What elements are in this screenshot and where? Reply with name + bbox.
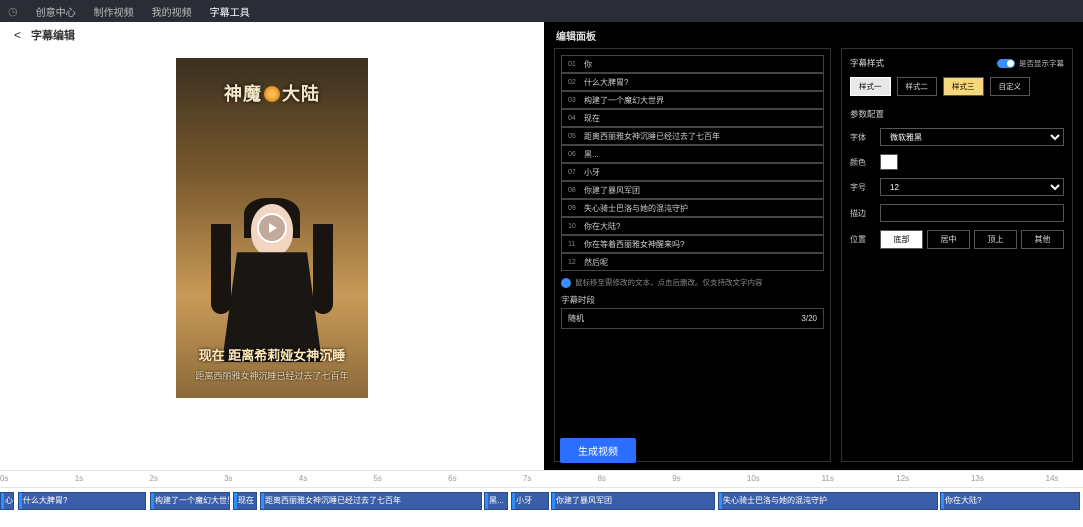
font-select[interactable]: 微软雅黑 bbox=[880, 128, 1064, 146]
subtitle-line[interactable]: 10你在大陆? bbox=[561, 217, 824, 235]
ruler-tick: 5s bbox=[373, 474, 381, 483]
timeline-clip[interactable]: 失心骑士巴洛与她的混沌守护 bbox=[718, 492, 938, 510]
subtitle-line[interactable]: 11你在等着西丽雅女神醒来吗? bbox=[561, 235, 824, 253]
logo-text-right: 大陆 bbox=[282, 84, 320, 104]
nav-item-2[interactable]: 我的视频 bbox=[152, 4, 192, 19]
timeline-clip[interactable]: 你建了暴风军团 bbox=[551, 492, 715, 510]
subtitle-line[interactable]: 04现在 bbox=[561, 109, 824, 127]
right-body: 01你02什么大脾胃?03构建了一个魔幻大世界04现在05距离西丽雅女神沉睡已经… bbox=[544, 48, 1083, 470]
preview-container: 神魔大陆 现在 距离希莉娅女神沉睡 距离西丽雅女神沉睡已经过去了七百年 bbox=[0, 58, 544, 398]
subtitle-toggle[interactable]: 是否显示字幕 bbox=[997, 58, 1064, 69]
play-button[interactable] bbox=[257, 213, 287, 243]
page-title: 字幕编辑 bbox=[31, 27, 75, 43]
subtitle-line[interactable]: 05距离西丽雅女神沉睡已经过去了七百年 bbox=[561, 127, 824, 145]
settings-title: 参数配置 bbox=[850, 108, 1064, 120]
size-select[interactable]: 12 bbox=[880, 178, 1064, 196]
stroke-input[interactable] bbox=[880, 204, 1064, 222]
timeline-clip[interactable]: 小牙 bbox=[511, 492, 549, 510]
style-chip-1[interactable]: 样式二 bbox=[897, 77, 938, 96]
size-field: 字号 12 bbox=[850, 178, 1064, 196]
main-area: < 字幕编辑 神魔大陆 现在 距离希莉娅女神沉睡 距离西丽雅女神沉睡已经过去了七… bbox=[0, 22, 1083, 470]
size-label: 字号 bbox=[850, 182, 874, 193]
toggle-switch-icon bbox=[997, 59, 1015, 68]
stroke-label: 描边 bbox=[850, 208, 874, 219]
ruler-tick: 6s bbox=[448, 474, 456, 483]
timeline: 0s 1s 2s 3s 4s 5s 6s 7s 8s 9s 10s 11s 12s 13s 14s 心什么大… bbox=[0, 470, 1083, 527]
style-chip-3[interactable]: 自定义 bbox=[990, 77, 1031, 96]
pos-btn-2[interactable]: 顶上 bbox=[974, 230, 1017, 249]
style-header: 字幕样式 是否显示字幕 bbox=[850, 57, 1064, 69]
ruler-tick: 13s bbox=[971, 474, 984, 483]
ruler-tick: 7s bbox=[523, 474, 531, 483]
font-label: 字体 bbox=[850, 132, 874, 143]
left-pane: < 字幕编辑 神魔大陆 现在 距离希莉娅女神沉睡 距离西丽雅女神沉睡已经过去了七… bbox=[0, 22, 544, 470]
ruler-tick: 3s bbox=[224, 474, 232, 483]
subtitle-line[interactable]: 07小牙 bbox=[561, 163, 824, 181]
time-track[interactable]: 心什么大脾胃?构建了一个魔幻大世界现在距离西丽雅女神沉睡已经过去了七百年黑...… bbox=[0, 492, 1083, 512]
pos-btn-3[interactable]: 其他 bbox=[1021, 230, 1064, 249]
subtitle-list: 01你02什么大脾胃?03构建了一个魔幻大世界04现在05距离西丽雅女神沉睡已经… bbox=[554, 48, 831, 462]
subtitle-main: 现在 距离希莉娅女神沉睡 bbox=[176, 345, 368, 364]
pos-btn-1[interactable]: 居中 bbox=[927, 230, 970, 249]
timeline-clip[interactable]: 构建了一个魔幻大世界 bbox=[150, 492, 230, 510]
ruler-tick: 8s bbox=[598, 474, 606, 483]
subtitle-line[interactable]: 09失心骑士巴洛与她的混沌守护 bbox=[561, 199, 824, 217]
ruler-tick: 1s bbox=[75, 474, 83, 483]
ruler-tick: 0s bbox=[0, 474, 8, 483]
color-swatch[interactable] bbox=[880, 154, 898, 170]
timeline-clip[interactable]: 黑... bbox=[484, 492, 508, 510]
ruler-tick: 12s bbox=[896, 474, 909, 483]
generate-button[interactable]: 生成视频 bbox=[560, 438, 636, 463]
left-header: < 字幕编辑 bbox=[0, 22, 544, 48]
timeline-clip[interactable]: 什么大脾胃? bbox=[18, 492, 146, 510]
ruler-tick: 14s bbox=[1046, 474, 1059, 483]
duration-box[interactable]: 随机 3/20 bbox=[561, 308, 824, 329]
nav-item-1[interactable]: 制作视频 bbox=[94, 4, 134, 19]
back-button[interactable]: < bbox=[14, 28, 21, 42]
video-logo: 神魔大陆 bbox=[176, 80, 368, 106]
subtitle-line[interactable]: 01你 bbox=[561, 55, 824, 73]
orb-icon bbox=[264, 86, 280, 102]
color-label: 颜色 bbox=[850, 157, 874, 168]
style-title: 字幕样式 bbox=[850, 57, 884, 69]
ruler-tick: 10s bbox=[747, 474, 760, 483]
timeline-clip[interactable]: 心 bbox=[0, 492, 14, 510]
right-pane: 编辑面板 01你02什么大脾胃?03构建了一个魔幻大世界04现在05距离西丽雅女… bbox=[544, 22, 1083, 470]
ruler-tick: 4s bbox=[299, 474, 307, 483]
time-ruler[interactable]: 0s 1s 2s 3s 4s 5s 6s 7s 8s 9s 10s 11s 12s 13s 14s bbox=[0, 470, 1083, 488]
duration-label: 随机 bbox=[568, 313, 584, 324]
style-chip-2[interactable]: 样式三 bbox=[943, 77, 984, 96]
top-nav: ◷ 创意中心 制作视频 我的视频 字幕工具 bbox=[0, 0, 1083, 22]
position-field: 位置 底部 居中 顶上 其他 bbox=[850, 230, 1064, 249]
ruler-tick: 9s bbox=[672, 474, 680, 483]
subtitle-line[interactable]: 06黑... bbox=[561, 145, 824, 163]
subtitle-line[interactable]: 03构建了一个魔幻大世界 bbox=[561, 91, 824, 109]
timeline-clip[interactable]: 你在大陆? bbox=[940, 492, 1080, 510]
position-label: 位置 bbox=[850, 234, 874, 245]
subtitle-line[interactable]: 08你建了暴风军团 bbox=[561, 181, 824, 199]
video-preview[interactable]: 神魔大陆 现在 距离希莉娅女神沉睡 距离西丽雅女神沉睡已经过去了七百年 bbox=[176, 58, 368, 398]
style-chip-0[interactable]: 样式一 bbox=[850, 77, 891, 96]
style-panel: 字幕样式 是否显示字幕 样式一 样式二 样式三 自定义 参数配置 字体 微软雅黑 bbox=[841, 48, 1073, 462]
pos-btn-0[interactable]: 底部 bbox=[880, 230, 923, 249]
nav-item-3[interactable]: 字幕工具 bbox=[210, 4, 250, 19]
logo-text-left: 神魔 bbox=[224, 84, 262, 104]
timeline-clip[interactable]: 距离西丽雅女神沉睡已经过去了七百年 bbox=[260, 492, 482, 510]
nav-item-0[interactable]: 创意中心 bbox=[36, 4, 76, 19]
style-chip-row: 样式一 样式二 样式三 自定义 bbox=[850, 77, 1064, 96]
right-panel-title: 编辑面板 bbox=[544, 22, 1083, 48]
edit-hint: 鼠标移至需修改的文本，点击后删改。仅支持改文字内容 bbox=[561, 277, 824, 288]
stroke-field: 描边 bbox=[850, 204, 1064, 222]
timeline-clip[interactable]: 现在 bbox=[233, 492, 257, 510]
duration-value: 3/20 bbox=[801, 314, 817, 323]
font-field: 字体 微软雅黑 bbox=[850, 128, 1064, 146]
subtitle-line[interactable]: 02什么大脾胃? bbox=[561, 73, 824, 91]
subtitle-secondary: 距离西丽雅女神沉睡已经过去了七百年 bbox=[176, 369, 368, 382]
subtitle-line[interactable]: 12然后呢 bbox=[561, 253, 824, 271]
logo-icon: ◷ bbox=[8, 5, 18, 18]
color-field: 颜色 bbox=[850, 154, 1064, 170]
ruler-tick: 11s bbox=[822, 474, 834, 483]
duration-section-title: 字幕时段 bbox=[561, 294, 824, 306]
ruler-tick: 2s bbox=[149, 474, 157, 483]
